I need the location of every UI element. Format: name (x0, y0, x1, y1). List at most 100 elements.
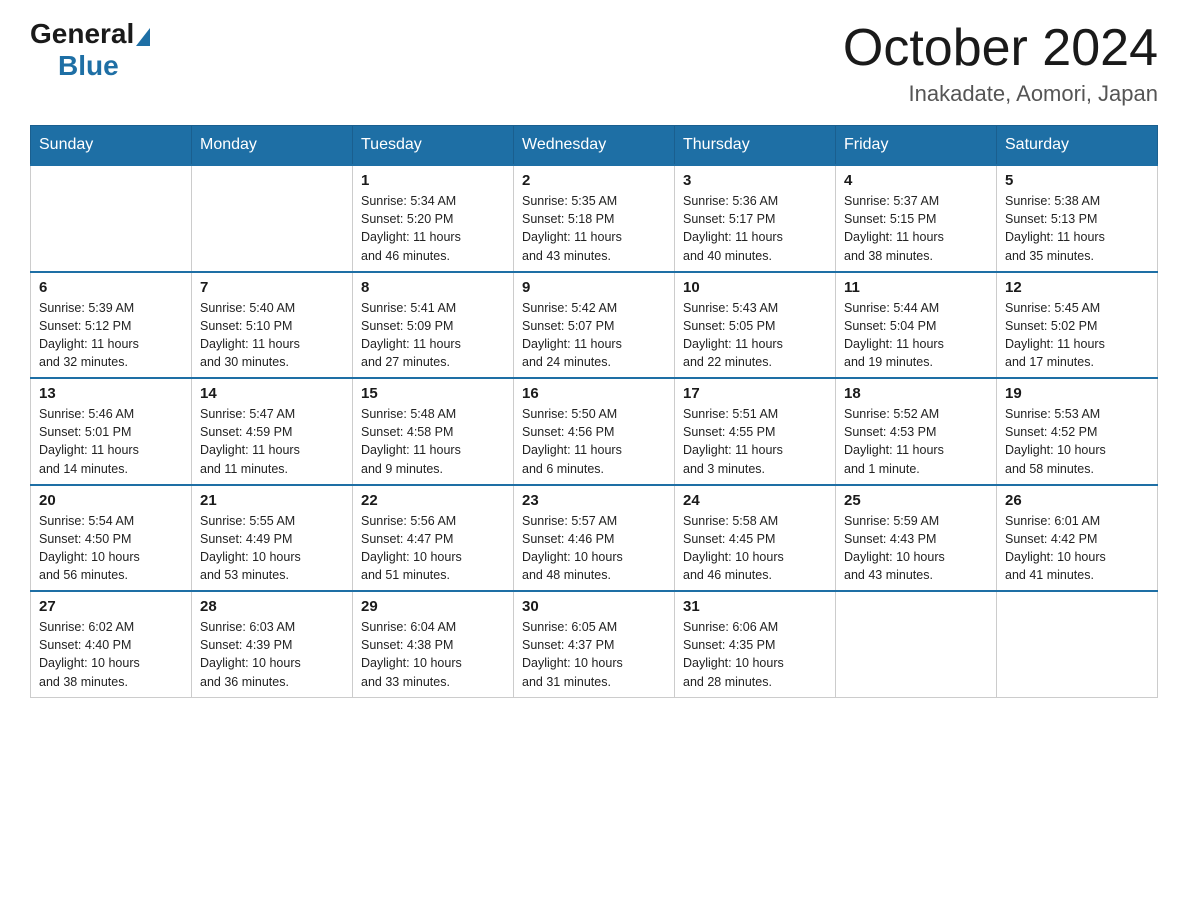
calendar-cell: 21 Sunrise: 5:55 AM Sunset: 4:49 PM Dayli… (192, 485, 353, 592)
day-info: Sunrise: 5:53 AM Sunset: 4:52 PM Dayligh… (1005, 405, 1149, 478)
calendar-cell: 29 Sunrise: 6:04 AM Sunset: 4:38 PM Dayli… (353, 591, 514, 697)
calendar-week-row: 6 Sunrise: 5:39 AM Sunset: 5:12 PM Daylig… (31, 272, 1158, 379)
day-of-week-header: Monday (192, 126, 353, 166)
day-info: Sunrise: 6:05 AM Sunset: 4:37 PM Dayligh… (522, 618, 666, 691)
calendar-cell: 12Sunrise: 5:45 AM Sunset: 5:02 PM Dayli… (997, 272, 1158, 379)
calendar-cell (31, 165, 192, 272)
calendar-cell: 9 Sunrise: 5:42 AM Sunset: 5:07 PM Daylig… (514, 272, 675, 379)
day-number: 5 (1005, 172, 1149, 189)
calendar-cell: 30Sunrise: 6:05 AM Sunset: 4:37 PM Dayli… (514, 591, 675, 697)
calendar-cell: 17 Sunrise: 5:51 AM Sunset: 4:55 PM Dayli… (675, 378, 836, 485)
calendar-cell: 16Sunrise: 5:50 AM Sunset: 4:56 PM Dayli… (514, 378, 675, 485)
calendar-cell: 25 Sunrise: 5:59 AM Sunset: 4:43 PM Dayli… (836, 485, 997, 592)
calendar-cell: 2 Sunrise: 5:35 AM Sunset: 5:18 PM Daylig… (514, 165, 675, 272)
day-info: Sunrise: 5:48 AM Sunset: 4:58 PM Dayligh… (361, 405, 505, 478)
day-number: 4 (844, 172, 988, 189)
day-number: 23 (522, 492, 666, 509)
calendar-week-row: 13 Sunrise: 5:46 AM Sunset: 5:01 PM Dayli… (31, 378, 1158, 485)
day-number: 29 (361, 598, 505, 615)
day-number: 21 (200, 492, 344, 509)
day-number: 15 (361, 385, 505, 402)
day-info: Sunrise: 5:44 AM Sunset: 5:04 PM Dayligh… (844, 299, 988, 372)
day-info: Sunrise: 5:36 AM Sunset: 5:17 PM Dayligh… (683, 192, 827, 265)
day-number: 6 (39, 279, 183, 296)
calendar-cell (836, 591, 997, 697)
day-number: 11 (844, 279, 988, 296)
day-number: 9 (522, 279, 666, 296)
day-number: 22 (361, 492, 505, 509)
calendar-cell: 4 Sunrise: 5:37 AM Sunset: 5:15 PM Daylig… (836, 165, 997, 272)
calendar-cell: 7Sunrise: 5:40 AM Sunset: 5:10 PM Daylig… (192, 272, 353, 379)
day-number: 28 (200, 598, 344, 615)
day-number: 25 (844, 492, 988, 509)
day-info: Sunrise: 6:03 AM Sunset: 4:39 PM Dayligh… (200, 618, 344, 691)
calendar-cell: 10Sunrise: 5:43 AM Sunset: 5:05 PM Dayli… (675, 272, 836, 379)
day-info: Sunrise: 6:02 AM Sunset: 4:40 PM Dayligh… (39, 618, 183, 691)
day-info: Sunrise: 5:57 AM Sunset: 4:46 PM Dayligh… (522, 512, 666, 585)
day-info: Sunrise: 6:01 AM Sunset: 4:42 PM Dayligh… (1005, 512, 1149, 585)
calendar-week-row: 1Sunrise: 5:34 AM Sunset: 5:20 PM Daylig… (31, 165, 1158, 272)
location: Inakadate, Aomori, Japan (843, 81, 1158, 107)
day-info: Sunrise: 5:59 AM Sunset: 4:43 PM Dayligh… (844, 512, 988, 585)
day-info: Sunrise: 5:47 AM Sunset: 4:59 PM Dayligh… (200, 405, 344, 478)
calendar-cell: 15 Sunrise: 5:48 AM Sunset: 4:58 PM Dayli… (353, 378, 514, 485)
day-number: 19 (1005, 385, 1149, 402)
calendar-cell: 11 Sunrise: 5:44 AM Sunset: 5:04 PM Dayli… (836, 272, 997, 379)
day-number: 3 (683, 172, 827, 189)
day-info: Sunrise: 5:58 AM Sunset: 4:45 PM Dayligh… (683, 512, 827, 585)
day-number: 14 (200, 385, 344, 402)
logo-general-text: General (30, 20, 134, 48)
day-number: 7 (200, 279, 344, 296)
day-info: Sunrise: 6:04 AM Sunset: 4:38 PM Dayligh… (361, 618, 505, 691)
day-number: 31 (683, 598, 827, 615)
calendar-table: SundayMondayTuesdayWednesdayThursdayFrid… (30, 125, 1158, 698)
day-info: Sunrise: 5:55 AM Sunset: 4:49 PM Dayligh… (200, 512, 344, 585)
day-number: 13 (39, 385, 183, 402)
day-of-week-header: Sunday (31, 126, 192, 166)
day-info: Sunrise: 6:06 AM Sunset: 4:35 PM Dayligh… (683, 618, 827, 691)
calendar-week-row: 20 Sunrise: 5:54 AM Sunset: 4:50 PM Dayli… (31, 485, 1158, 592)
day-info: Sunrise: 5:51 AM Sunset: 4:55 PM Dayligh… (683, 405, 827, 478)
day-info: Sunrise: 5:37 AM Sunset: 5:15 PM Dayligh… (844, 192, 988, 265)
day-number: 8 (361, 279, 505, 296)
calendar-cell: 24 Sunrise: 5:58 AM Sunset: 4:45 PM Dayli… (675, 485, 836, 592)
logo-triangle-icon (136, 28, 150, 46)
calendar-cell: 3 Sunrise: 5:36 AM Sunset: 5:17 PM Daylig… (675, 165, 836, 272)
calendar-cell: 19 Sunrise: 5:53 AM Sunset: 4:52 PM Dayli… (997, 378, 1158, 485)
day-number: 16 (522, 385, 666, 402)
day-info: Sunrise: 5:39 AM Sunset: 5:12 PM Dayligh… (39, 299, 183, 372)
calendar-cell: 13 Sunrise: 5:46 AM Sunset: 5:01 PM Dayli… (31, 378, 192, 485)
calendar-cell: 23 Sunrise: 5:57 AM Sunset: 4:46 PM Dayli… (514, 485, 675, 592)
day-number: 18 (844, 385, 988, 402)
logo-area: General Blue (30, 20, 150, 82)
day-info: Sunrise: 5:35 AM Sunset: 5:18 PM Dayligh… (522, 192, 666, 265)
day-number: 2 (522, 172, 666, 189)
day-number: 26 (1005, 492, 1149, 509)
calendar-cell: 18 Sunrise: 5:52 AM Sunset: 4:53 PM Dayli… (836, 378, 997, 485)
day-info: Sunrise: 5:41 AM Sunset: 5:09 PM Dayligh… (361, 299, 505, 372)
day-info: Sunrise: 5:42 AM Sunset: 5:07 PM Dayligh… (522, 299, 666, 372)
calendar-cell (997, 591, 1158, 697)
calendar-cell: 14 Sunrise: 5:47 AM Sunset: 4:59 PM Dayli… (192, 378, 353, 485)
day-info: Sunrise: 5:46 AM Sunset: 5:01 PM Dayligh… (39, 405, 183, 478)
month-title: October 2024 (843, 20, 1158, 77)
calendar-cell (192, 165, 353, 272)
day-number: 17 (683, 385, 827, 402)
header-row: SundayMondayTuesdayWednesdayThursdayFrid… (31, 126, 1158, 166)
day-number: 10 (683, 279, 827, 296)
logo: General (30, 20, 150, 48)
day-of-week-header: Friday (836, 126, 997, 166)
day-info: Sunrise: 5:34 AM Sunset: 5:20 PM Dayligh… (361, 192, 505, 265)
day-info: Sunrise: 5:54 AM Sunset: 4:50 PM Dayligh… (39, 512, 183, 585)
calendar-cell: 1Sunrise: 5:34 AM Sunset: 5:20 PM Daylig… (353, 165, 514, 272)
day-number: 12 (1005, 279, 1149, 296)
day-info: Sunrise: 5:52 AM Sunset: 4:53 PM Dayligh… (844, 405, 988, 478)
day-number: 24 (683, 492, 827, 509)
title-area: October 2024 Inakadate, Aomori, Japan (843, 20, 1158, 107)
logo-blue-text: Blue (58, 50, 119, 82)
day-number: 20 (39, 492, 183, 509)
day-of-week-header: Saturday (997, 126, 1158, 166)
day-of-week-header: Wednesday (514, 126, 675, 166)
calendar-cell: 20 Sunrise: 5:54 AM Sunset: 4:50 PM Dayli… (31, 485, 192, 592)
day-of-week-header: Thursday (675, 126, 836, 166)
